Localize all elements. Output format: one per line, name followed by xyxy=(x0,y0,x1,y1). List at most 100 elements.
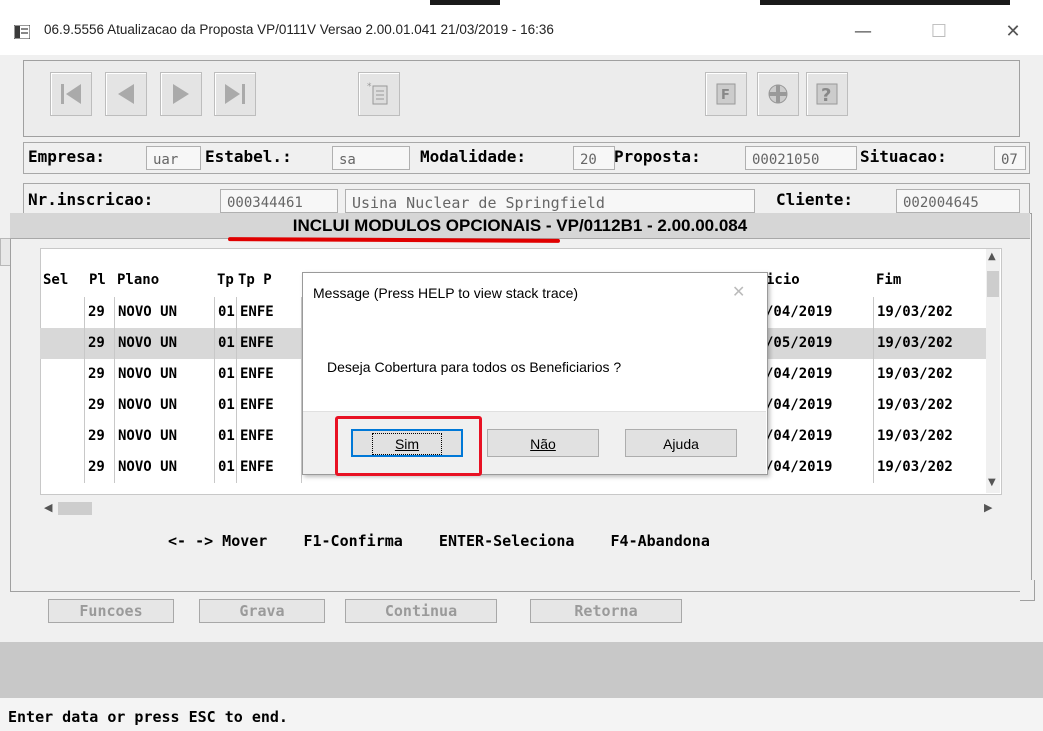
panel-corner xyxy=(1020,580,1035,601)
col-plano[interactable]: Plano xyxy=(117,272,159,288)
cliente-label: Cliente: xyxy=(776,190,854,209)
row-tp-p: ENFE xyxy=(237,452,302,483)
last-record-button[interactable] xyxy=(214,72,256,116)
row-inicio: /05/2019 xyxy=(762,328,874,359)
row-inicio: /04/2019 xyxy=(762,452,874,483)
annotation-highlight-box xyxy=(335,416,482,476)
col-fim[interactable]: Fim xyxy=(876,272,901,288)
funcoes-button[interactable]: Funcoes xyxy=(48,599,174,623)
scroll-right-icon[interactable]: ▶ xyxy=(984,501,992,514)
scroll-down-icon[interactable]: ▼ xyxy=(988,477,996,488)
tools-button[interactable] xyxy=(757,72,799,116)
row-tp-p: ENFE xyxy=(237,421,302,452)
maximize-button[interactable]: ☐ xyxy=(916,14,962,50)
row-plano: NOVO UN xyxy=(115,390,215,421)
scroll-up-icon[interactable]: ▲ xyxy=(988,251,996,262)
row-tp: 01 xyxy=(215,390,237,421)
svg-text:?: ? xyxy=(821,85,831,106)
next-record-button[interactable] xyxy=(160,72,202,116)
vertical-scrollbar[interactable]: ▲ ▼ xyxy=(986,249,1000,493)
svg-text:*: * xyxy=(367,82,372,92)
col-pl[interactable]: Pl xyxy=(89,272,106,288)
dialog-message: Deseja Cobertura para todos os Beneficia… xyxy=(327,359,622,375)
row-sel[interactable] xyxy=(40,421,85,452)
row-fim: 19/03/202 xyxy=(877,304,953,320)
cliente-name-field[interactable]: Usina Nuclear de Springfield xyxy=(345,189,755,213)
svg-text:F: F xyxy=(721,88,730,103)
window-title: 06.9.5556 Atualizacao da Proposta VP/011… xyxy=(44,22,554,37)
first-record-button[interactable] xyxy=(50,72,92,116)
row-tp: 01 xyxy=(215,328,237,359)
horizontal-scrollbar[interactable]: ◀ ▶ xyxy=(40,500,1000,517)
scroll-thumb[interactable] xyxy=(58,502,92,515)
dialog-title: Message (Press HELP to view stack trace) xyxy=(313,285,579,301)
retorna-button[interactable]: Retorna xyxy=(530,599,682,623)
row-plano: NOVO UN xyxy=(115,328,215,359)
row-tp: 01 xyxy=(215,421,237,452)
row-pl: 29 xyxy=(85,421,115,452)
estabel-field[interactable]: sa xyxy=(332,146,410,170)
row-sel[interactable] xyxy=(40,390,85,421)
tools-icon xyxy=(768,84,788,104)
modalidade-label: Modalidade: xyxy=(420,147,526,166)
previous-record-icon xyxy=(118,84,134,104)
row-sel[interactable] xyxy=(40,328,85,359)
status-text: Enter data or press ESC to end. xyxy=(8,708,288,726)
inscricao-field[interactable]: 000344461 xyxy=(220,189,338,213)
col-inicio[interactable]: icio xyxy=(766,272,800,288)
document-icon: * xyxy=(367,82,388,105)
col-tp[interactable]: Tp xyxy=(217,272,234,288)
minimize-button[interactable]: — xyxy=(840,14,886,50)
col-sel[interactable]: Sel xyxy=(43,272,68,288)
scroll-thumb[interactable] xyxy=(987,271,999,297)
situacao-label: Situacao: xyxy=(860,147,947,166)
row-plano: NOVO UN xyxy=(115,452,215,483)
row-tp: 01 xyxy=(215,297,237,328)
print-icon: F xyxy=(716,83,736,105)
proposta-field[interactable]: 00021050 xyxy=(745,146,857,170)
row-pl: 29 xyxy=(85,359,115,390)
row-tp-p: ENFE xyxy=(237,328,302,359)
row-sel[interactable] xyxy=(40,359,85,390)
col-tp-p[interactable]: Tp P xyxy=(238,272,272,288)
row-plano: NOVO UN xyxy=(115,297,215,328)
next-record-icon xyxy=(173,84,189,104)
row-plano: NOVO UN xyxy=(115,359,215,390)
row-tp-p: ENFE xyxy=(237,359,302,390)
modalidade-field[interactable]: 20 xyxy=(573,146,615,170)
scroll-left-icon[interactable]: ◀ xyxy=(44,501,52,514)
row-pl: 29 xyxy=(85,390,115,421)
row-sel[interactable] xyxy=(40,452,85,483)
row-fim: 19/03/202 xyxy=(877,366,953,382)
situacao-field[interactable]: 07 xyxy=(994,146,1026,170)
row-fim: 19/03/202 xyxy=(877,428,953,444)
previous-record-button[interactable] xyxy=(105,72,147,116)
nao-button[interactable]: Não xyxy=(487,429,599,457)
grava-button[interactable]: Grava xyxy=(199,599,325,623)
row-fim: 19/03/202 xyxy=(877,335,953,351)
empresa-field[interactable]: uar xyxy=(146,146,201,170)
print-button[interactable]: F xyxy=(705,72,747,116)
row-pl: 29 xyxy=(85,452,115,483)
row-inicio: /04/2019 xyxy=(762,421,874,452)
nao-label: Não xyxy=(530,436,556,452)
gray-separator xyxy=(0,642,1043,698)
row-inicio: /04/2019 xyxy=(762,390,874,421)
close-button[interactable]: ✕ xyxy=(990,14,1036,50)
row-tp: 01 xyxy=(215,452,237,483)
cliente-field[interactable]: 002004645 xyxy=(896,189,1020,213)
ajuda-button[interactable]: Ajuda xyxy=(625,429,737,457)
row-sel[interactable] xyxy=(40,297,85,328)
row-fim: 19/03/202 xyxy=(877,397,953,413)
first-record-icon xyxy=(61,84,81,104)
proposta-label: Proposta: xyxy=(614,147,701,166)
row-tp-p: ENFE xyxy=(237,390,302,421)
estabel-label: Estabel.: xyxy=(205,147,292,166)
last-record-icon xyxy=(225,84,245,104)
row-tp-p: ENFE xyxy=(237,297,302,328)
document-button[interactable]: * xyxy=(358,72,400,116)
row-tp: 01 xyxy=(215,359,237,390)
dialog-close-icon[interactable]: ✕ xyxy=(732,282,745,301)
help-button[interactable]: ? xyxy=(806,72,848,116)
continua-button[interactable]: Continua xyxy=(345,599,497,623)
